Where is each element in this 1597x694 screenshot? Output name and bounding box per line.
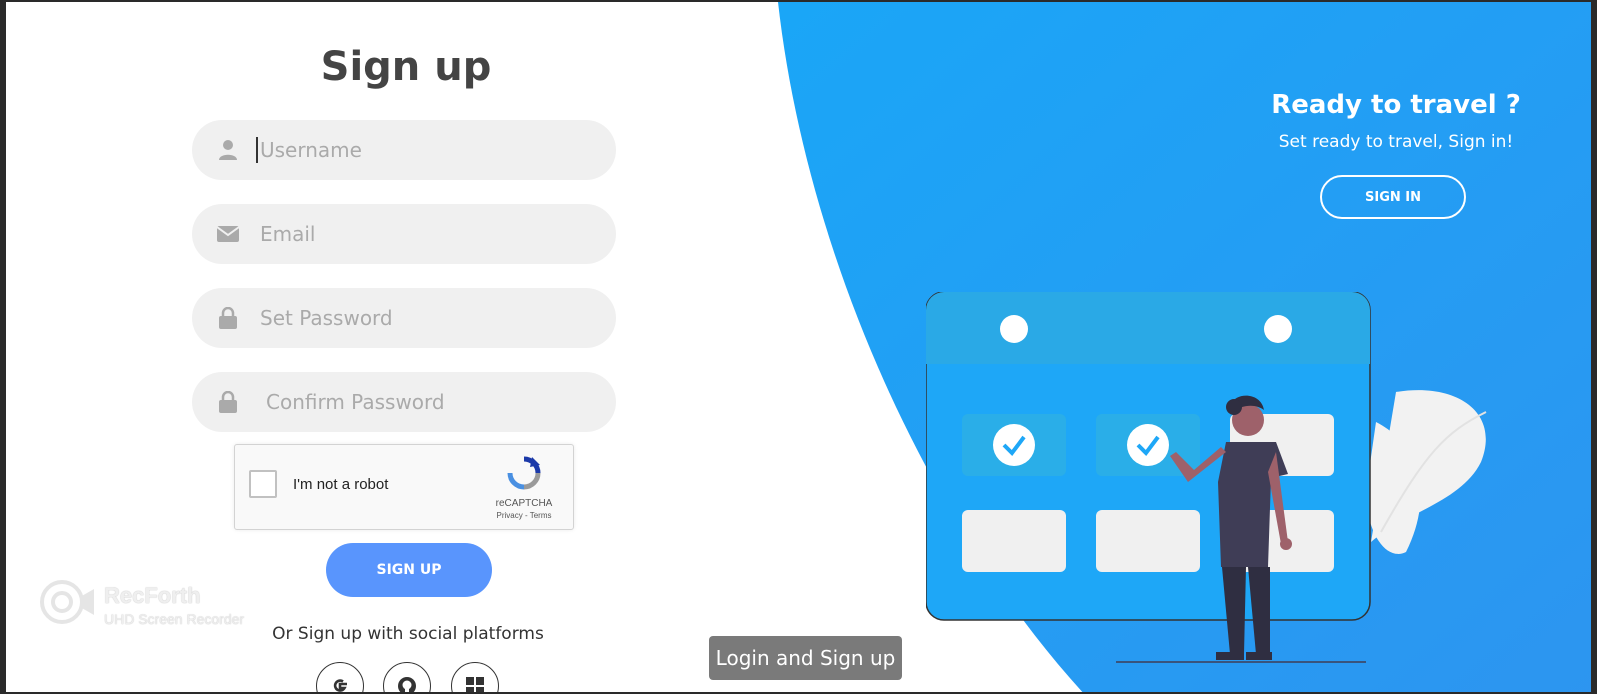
microsoft-icon [466, 677, 484, 692]
github-icon [398, 677, 416, 692]
signup-form: Sign up I'm not a [6, 2, 786, 692]
leaf-decoration [1366, 390, 1487, 554]
camera-icon [40, 580, 94, 624]
lock-icon [216, 390, 240, 414]
watermark-subtitle: UHD Screen Recorder [104, 611, 245, 627]
confirm-password-input[interactable] [264, 389, 588, 415]
recaptcha-widget: I'm not a robot reCAPTCHA Privacy - Term… [234, 444, 574, 530]
recaptcha-checkbox[interactable] [249, 470, 277, 498]
recaptcha-brand: reCAPTCHA [495, 498, 553, 509]
page-title: Sign up [320, 44, 492, 90]
signin-prompt: Ready to travel ? Set ready to travel, S… [1246, 90, 1546, 152]
confirm-password-field[interactable] [192, 372, 616, 432]
github-button[interactable] [383, 662, 431, 692]
recaptcha-icon [507, 456, 541, 490]
password-input[interactable] [258, 305, 582, 331]
calendar-illustration [926, 292, 1487, 663]
recaptcha-logo: reCAPTCHA Privacy - Terms [489, 455, 559, 520]
recaptcha-links[interactable]: Privacy - Terms [489, 511, 559, 520]
microsoft-button[interactable] [451, 662, 499, 692]
username-field[interactable] [192, 120, 616, 180]
social-signup-text: Or Sign up with social platforms [272, 624, 544, 644]
google-icon [333, 679, 347, 692]
user-icon [216, 138, 240, 162]
envelope-icon [216, 222, 240, 246]
signup-button[interactable]: SIGN UP [326, 543, 492, 597]
lock-icon [216, 306, 240, 330]
password-field[interactable] [192, 288, 616, 348]
email-field[interactable] [192, 204, 616, 264]
panel-subtitle: Set ready to travel, Sign in! [1278, 132, 1514, 152]
google-button[interactable] [316, 662, 364, 692]
recaptcha-label: I'm not a robot [293, 476, 389, 493]
app-window: Sign up I'm not a [0, 0, 1597, 694]
watermark-title: RecForth [104, 583, 201, 608]
signin-button[interactable]: SIGN IN [1320, 175, 1466, 219]
tooltip: Login and Sign up [709, 636, 902, 680]
panel-title: Ready to travel ? [1271, 90, 1521, 120]
username-input[interactable] [256, 137, 582, 163]
recorder-watermark: RecForth UHD Screen Recorder [38, 577, 244, 632]
email-input[interactable] [258, 221, 582, 247]
